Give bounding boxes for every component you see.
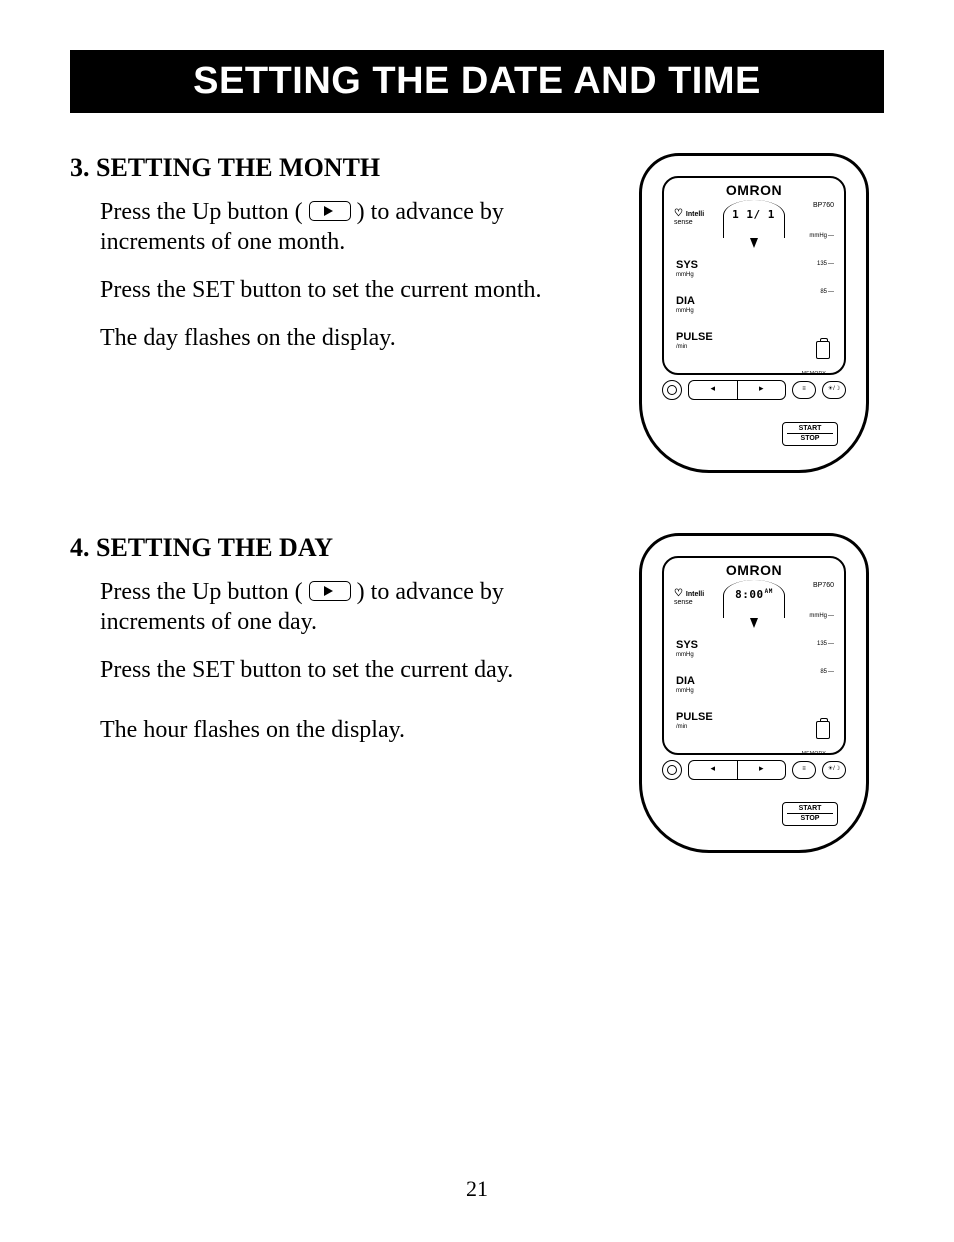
section-3-figure: OMRON BP760 Intelli sense 1 1/ 1 SYSmmHg [624,153,884,473]
pointer-arrow-icon [750,238,758,248]
manual-page: SETTING THE DATE AND TIME 3. SETTING THE… [0,0,954,1242]
pointer-arrow-icon [750,618,758,628]
section-4-para-2: Press the SET button to set the current … [100,655,604,685]
section-4-text: 4. SETTING THE DAY Press the Up button (… [70,533,624,853]
memory-button-icon: ≡ [792,761,816,779]
page-number: 21 [0,1176,954,1202]
section-4: 4. SETTING THE DAY Press the Up button (… [70,533,884,853]
brand-label: OMRON [664,182,844,198]
section-3-para-3: The day flashes on the display. [100,323,604,353]
right-arrow-icon: ▸ [738,381,786,399]
arrow-pad-icon: ◂ ▸ [688,380,786,400]
device-controls: ◂ ▸ ≡ ☀/☽ [662,378,846,402]
battery-icon [816,721,830,739]
para-text-before: Press the Up button ( [100,579,303,605]
scale-85: 85 [809,289,834,295]
device-body: OMRON BP760 Intelli sense 1 1/ 1 SYSmmHg [639,153,869,473]
para-text-before: Press the Up button ( [100,199,303,225]
memory-label: MEMORY [802,751,826,757]
set-button-icon [662,380,682,400]
scale-85: 85 [809,669,834,675]
up-button-icon [309,581,351,601]
date-time-display: 1 1/ 1 [723,200,785,238]
user-button-icon: ☀/☽ [822,381,846,399]
start-stop-button-icon: START STOP [782,422,838,446]
section-3-para-1: Press the Up button ( ) to advance by in… [100,197,604,257]
page-title: SETTING THE DATE AND TIME [70,50,884,113]
left-arrow-icon: ◂ [689,761,738,779]
section-3-text: 3. SETTING THE MONTH Press the Up button… [70,153,624,473]
scale-135: 135 [809,641,834,647]
model-label: BP760 [813,582,834,589]
dia-label: DIAmmHg [676,296,713,314]
section-3-heading: 3. SETTING THE MONTH [70,153,604,183]
device-screen: OMRON BP760 Intelli sense 1 1/ 1 SYSmmHg [662,176,846,375]
section-4-para-1: Press the Up button ( ) to advance by in… [100,577,604,637]
user-button-icon: ☀/☽ [822,761,846,779]
section-3: 3. SETTING THE MONTH Press the Up button… [70,153,884,473]
scale-marks: mmHg 135 85 [809,233,834,317]
dia-label: DIAmmHg [676,676,713,694]
up-button-icon [309,201,351,221]
intellisense-label: Intelli sense [674,588,704,606]
memory-button-icon: ≡ [792,381,816,399]
date-time-display: 8:00AM [723,580,785,618]
memory-label: MEMORY [802,371,826,377]
bp-monitor-illustration: OMRON BP760 Intelli sense 8:00AM SYSmmHg [639,533,869,853]
battery-icon [816,341,830,359]
section-4-figure: OMRON BP760 Intelli sense 8:00AM SYSmmHg [624,533,884,853]
set-button-icon [662,760,682,780]
start-stop-button-icon: START STOP [782,802,838,826]
section-4-heading: 4. SETTING THE DAY [70,533,604,563]
scale-marks: mmHg 135 85 [809,613,834,697]
right-arrow-icon: ▸ [738,761,786,779]
pulse-label: PULSE/min [676,712,713,730]
scale-mmhg: mmHg [809,233,834,239]
sys-label: SYSmmHg [676,640,713,658]
device-controls: ◂ ▸ ≡ ☀/☽ [662,758,846,782]
reading-labels: SYSmmHg DIAmmHg PULSE/min [676,640,713,748]
arrow-pad-icon: ◂ ▸ [688,760,786,780]
section-4-para-3: The hour flashes on the display. [100,715,604,745]
scale-mmhg: mmHg [809,613,834,619]
brand-label: OMRON [664,562,844,578]
reading-labels: SYSmmHg DIAmmHg PULSE/min [676,260,713,368]
sys-label: SYSmmHg [676,260,713,278]
device-body: OMRON BP760 Intelli sense 8:00AM SYSmmHg [639,533,869,853]
section-3-para-2: Press the SET button to set the current … [100,275,604,305]
left-arrow-icon: ◂ [689,381,738,399]
pulse-label: PULSE/min [676,332,713,350]
scale-135: 135 [809,261,834,267]
intellisense-label: Intelli sense [674,208,704,226]
bp-monitor-illustration: OMRON BP760 Intelli sense 1 1/ 1 SYSmmHg [639,153,869,473]
model-label: BP760 [813,202,834,209]
device-screen: OMRON BP760 Intelli sense 8:00AM SYSmmHg [662,556,846,755]
